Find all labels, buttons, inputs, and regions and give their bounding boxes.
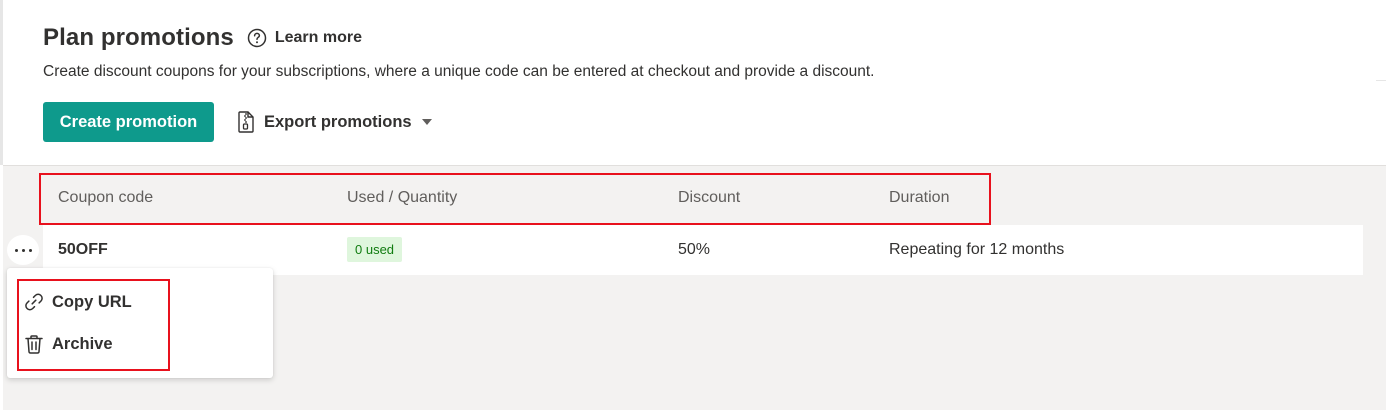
- more-icon: [14, 248, 18, 252]
- used-count-badge: 0 used: [347, 237, 403, 262]
- more-icon-dot: [21, 248, 25, 252]
- discount-cell: 50%: [678, 241, 711, 258]
- menu-items-highlight: [17, 279, 170, 371]
- page-title: Plan promotions: [43, 24, 234, 51]
- create-promotion-button[interactable]: Create promotion: [43, 102, 214, 142]
- more-options-button[interactable]: [7, 235, 39, 265]
- export-label: Export promotions: [264, 112, 412, 131]
- column-headers-highlight: [39, 173, 991, 225]
- page-description: Create discount coupons for your subscri…: [43, 63, 875, 80]
- duration-cell: Repeating for 12 months: [889, 241, 1065, 258]
- more-icon-dot: [28, 248, 32, 252]
- learn-more-link[interactable]: Learn more: [275, 29, 362, 47]
- export-promotions-button[interactable]: Export promotions: [236, 110, 432, 134]
- help-circle-icon[interactable]: [247, 28, 267, 48]
- coupon-code-cell: 50OFF: [58, 241, 108, 258]
- zip-file-icon: [236, 110, 256, 134]
- chevron-down-icon: [421, 119, 432, 125]
- title-row: Plan promotions Learn more: [43, 24, 362, 52]
- divider: [1376, 80, 1386, 81]
